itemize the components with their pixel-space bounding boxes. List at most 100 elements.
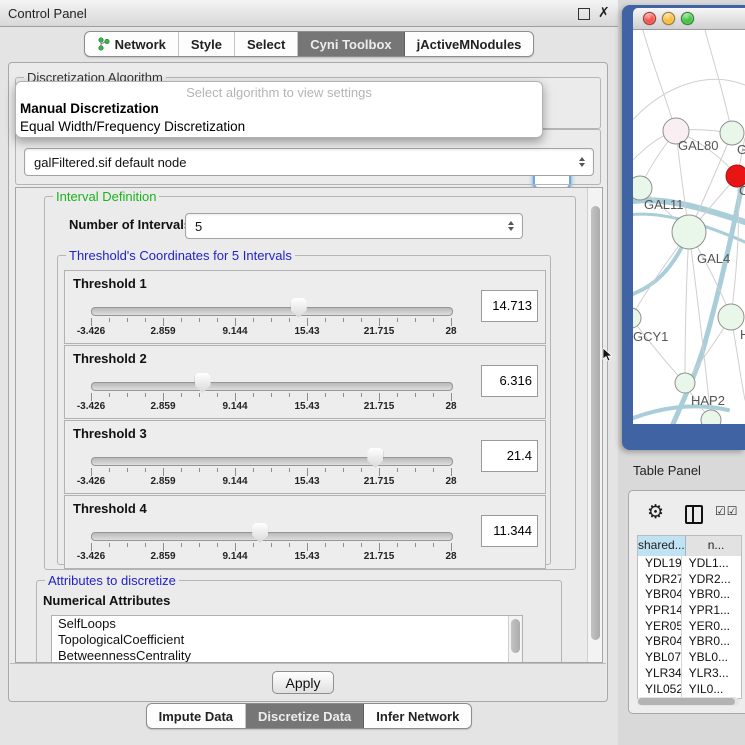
network-node-gal4[interactable] xyxy=(672,215,706,249)
table-data-combobox[interactable]: galFiltered.sif default node xyxy=(24,148,594,176)
top-tab-bar: NetworkStyle Select Cyni Toolbox jActiveMNo… xyxy=(0,31,618,57)
float-window-icon[interactable] xyxy=(578,8,590,20)
table-row[interactable]: YBL079WYBL0... xyxy=(638,650,741,666)
slider-tick-labels: -3.4262.8599.14415.4321.71528 xyxy=(91,401,451,413)
network-canvas[interactable]: GAL80GCGAL11GAL4GCY1HHAP2 xyxy=(633,30,745,424)
number-of-intervals-combobox[interactable]: 5 xyxy=(185,213,523,239)
cell-shared-name: YLR345W xyxy=(638,666,682,682)
threshold-value-field[interactable]: 6.316 xyxy=(481,365,538,397)
attributes-group-label: Attributes to discretize xyxy=(45,573,179,588)
apply-strip: Apply xyxy=(10,663,606,701)
gear-icon[interactable]: ⚙ xyxy=(647,501,664,524)
network-edge[interactable] xyxy=(685,232,689,383)
network-edge[interactable] xyxy=(705,30,732,133)
apply-button[interactable]: Apply xyxy=(272,671,334,694)
algorithm-dropdown-popup: Select algorithm to view settings Manual… xyxy=(15,81,543,138)
dropdown-option-manual[interactable]: Manual Discretization xyxy=(20,101,159,116)
interval-definition-group-label: Interval Definition xyxy=(53,189,159,204)
settings-panel-scrollbar[interactable] xyxy=(587,188,602,662)
control-panel-titlebar: Control Panel ✗ xyxy=(0,0,618,27)
column-split-icon[interactable] xyxy=(685,505,703,524)
cell-shared-name: YBR045C xyxy=(638,634,682,650)
cell-name: YBL0... xyxy=(682,650,741,666)
network-node[interactable] xyxy=(701,410,721,424)
mac-minimize-icon[interactable] xyxy=(662,12,675,25)
threshold-row-4: Threshold 4-3.4262.8599.14415.4321.71528… xyxy=(64,495,546,569)
cell-name: YLR3... xyxy=(682,666,741,682)
threshold-value-field[interactable]: 21.4 xyxy=(481,440,538,472)
cell-name: YBR0... xyxy=(682,587,741,603)
table-row[interactable]: YBR043CYBR0... xyxy=(638,587,741,603)
table-row[interactable]: YDL19...YDL1... xyxy=(638,556,741,572)
network-edge[interactable] xyxy=(633,318,685,383)
table-row[interactable]: YIL052CYIL0... xyxy=(638,682,741,698)
table-row[interactable]: YBR045CYBR0... xyxy=(638,634,741,650)
numerical-attributes-label: Numerical Attributes xyxy=(43,593,170,608)
table-panel-title: Table Panel xyxy=(633,463,701,478)
column-header-shared-name[interactable]: shared... xyxy=(638,536,686,556)
threshold-row-3: Threshold 3-3.4262.8599.14415.4321.71528… xyxy=(64,420,546,494)
slider-tick-labels: -3.4262.8599.14415.4321.71528 xyxy=(91,551,451,563)
network-node-label: HAP2 xyxy=(691,393,725,408)
threshold-label: Threshold 3 xyxy=(73,426,147,441)
slider-ticks xyxy=(91,393,451,401)
bottom-tab-bar: Impute Data Discretize Data Infer Network xyxy=(0,703,618,729)
tab-label: Select xyxy=(247,37,285,52)
tab-label: Discretize Data xyxy=(258,709,351,724)
dropdown-option-equal-width[interactable]: Equal Width/Frequency Discretization xyxy=(20,119,245,134)
table-row[interactable]: YPR145WYPR1... xyxy=(638,603,741,619)
close-icon[interactable]: ✗ xyxy=(598,4,610,21)
table-horizontal-scrollbar[interactable] xyxy=(637,697,739,706)
attributes-list-scrollbar[interactable] xyxy=(508,616,522,663)
numerical-attributes-list[interactable]: SelfLoopsTopologicalCoefficientBetweenne… xyxy=(51,615,523,663)
tab-discretize-data[interactable]: Discretize Data xyxy=(246,704,364,728)
mouse-cursor xyxy=(602,348,614,362)
tab-select[interactable]: Select xyxy=(235,32,298,56)
network-node-gcy1[interactable] xyxy=(633,308,641,328)
tab-style[interactable]: Style xyxy=(179,32,235,56)
cell-name: YER0... xyxy=(682,619,741,635)
column-header-name[interactable]: n... xyxy=(686,536,741,556)
attribute-list-item[interactable]: SelfLoops xyxy=(52,616,522,632)
slider-tick-labels: -3.4262.8599.14415.4321.71528 xyxy=(91,326,451,338)
network-edge[interactable] xyxy=(643,30,676,131)
cell-name: YDL1... xyxy=(682,556,741,572)
table-row[interactable]: YLR345WYLR3... xyxy=(638,666,741,682)
attribute-list-item[interactable]: BetweennessCentrality xyxy=(52,648,522,663)
cell-name: YBR0... xyxy=(682,634,741,650)
network-view-window[interactable]: GAL80GCGAL11GAL4GCY1HHAP2 xyxy=(622,5,745,450)
slider-track[interactable] xyxy=(91,307,453,316)
network-node-label: GCY1 xyxy=(633,329,668,344)
table-row[interactable]: YER054CYER0... xyxy=(638,619,741,635)
network-node-hap2[interactable] xyxy=(675,373,695,393)
node-table[interactable]: shared...n... YDL19...YDL1...YDR27...YDR… xyxy=(637,535,742,699)
network-node-label: C xyxy=(739,183,745,198)
slider-ticks xyxy=(91,318,451,326)
tab-label: Impute Data xyxy=(159,709,233,724)
mac-zoom-icon[interactable] xyxy=(681,12,694,25)
table-row[interactable]: YDR27...YDR2... xyxy=(638,572,741,588)
table-header-row[interactable]: shared...n... xyxy=(638,536,741,556)
network-icon xyxy=(97,37,110,51)
cell-shared-name: YIL052C xyxy=(638,682,682,698)
number-of-intervals-value: 5 xyxy=(186,219,504,234)
threshold-value-field[interactable]: 14.713 xyxy=(481,290,538,322)
mac-close-icon[interactable] xyxy=(643,12,656,25)
attribute-list-item[interactable]: TopologicalCoefficient xyxy=(52,632,522,648)
tab-cyni-toolbox[interactable]: Cyni Toolbox xyxy=(298,32,404,56)
cell-shared-name: YDR27... xyxy=(638,572,682,588)
thresholds-group-label: Threshold's Coordinates for 5 Intervals xyxy=(66,248,295,263)
tab-infer-network[interactable]: Infer Network xyxy=(364,704,471,728)
tab-network[interactable]: Network xyxy=(85,32,179,56)
slider-track[interactable] xyxy=(91,457,453,466)
slider-ticks xyxy=(91,468,451,476)
checkbox-pair-icon[interactable]: ☑☑ xyxy=(715,504,739,518)
tab-impute-data[interactable]: Impute Data xyxy=(147,704,246,728)
control-panel-title: Control Panel xyxy=(8,6,87,21)
slider-track[interactable] xyxy=(91,382,453,391)
tab-label: Cyni Toolbox xyxy=(310,37,391,52)
network-node-label: GAL80 xyxy=(678,138,718,153)
tab-jactivemnodules[interactable]: jActiveMNodules xyxy=(405,32,534,56)
threshold-value-field[interactable]: 11.344 xyxy=(481,515,538,547)
slider-track[interactable] xyxy=(91,532,453,541)
